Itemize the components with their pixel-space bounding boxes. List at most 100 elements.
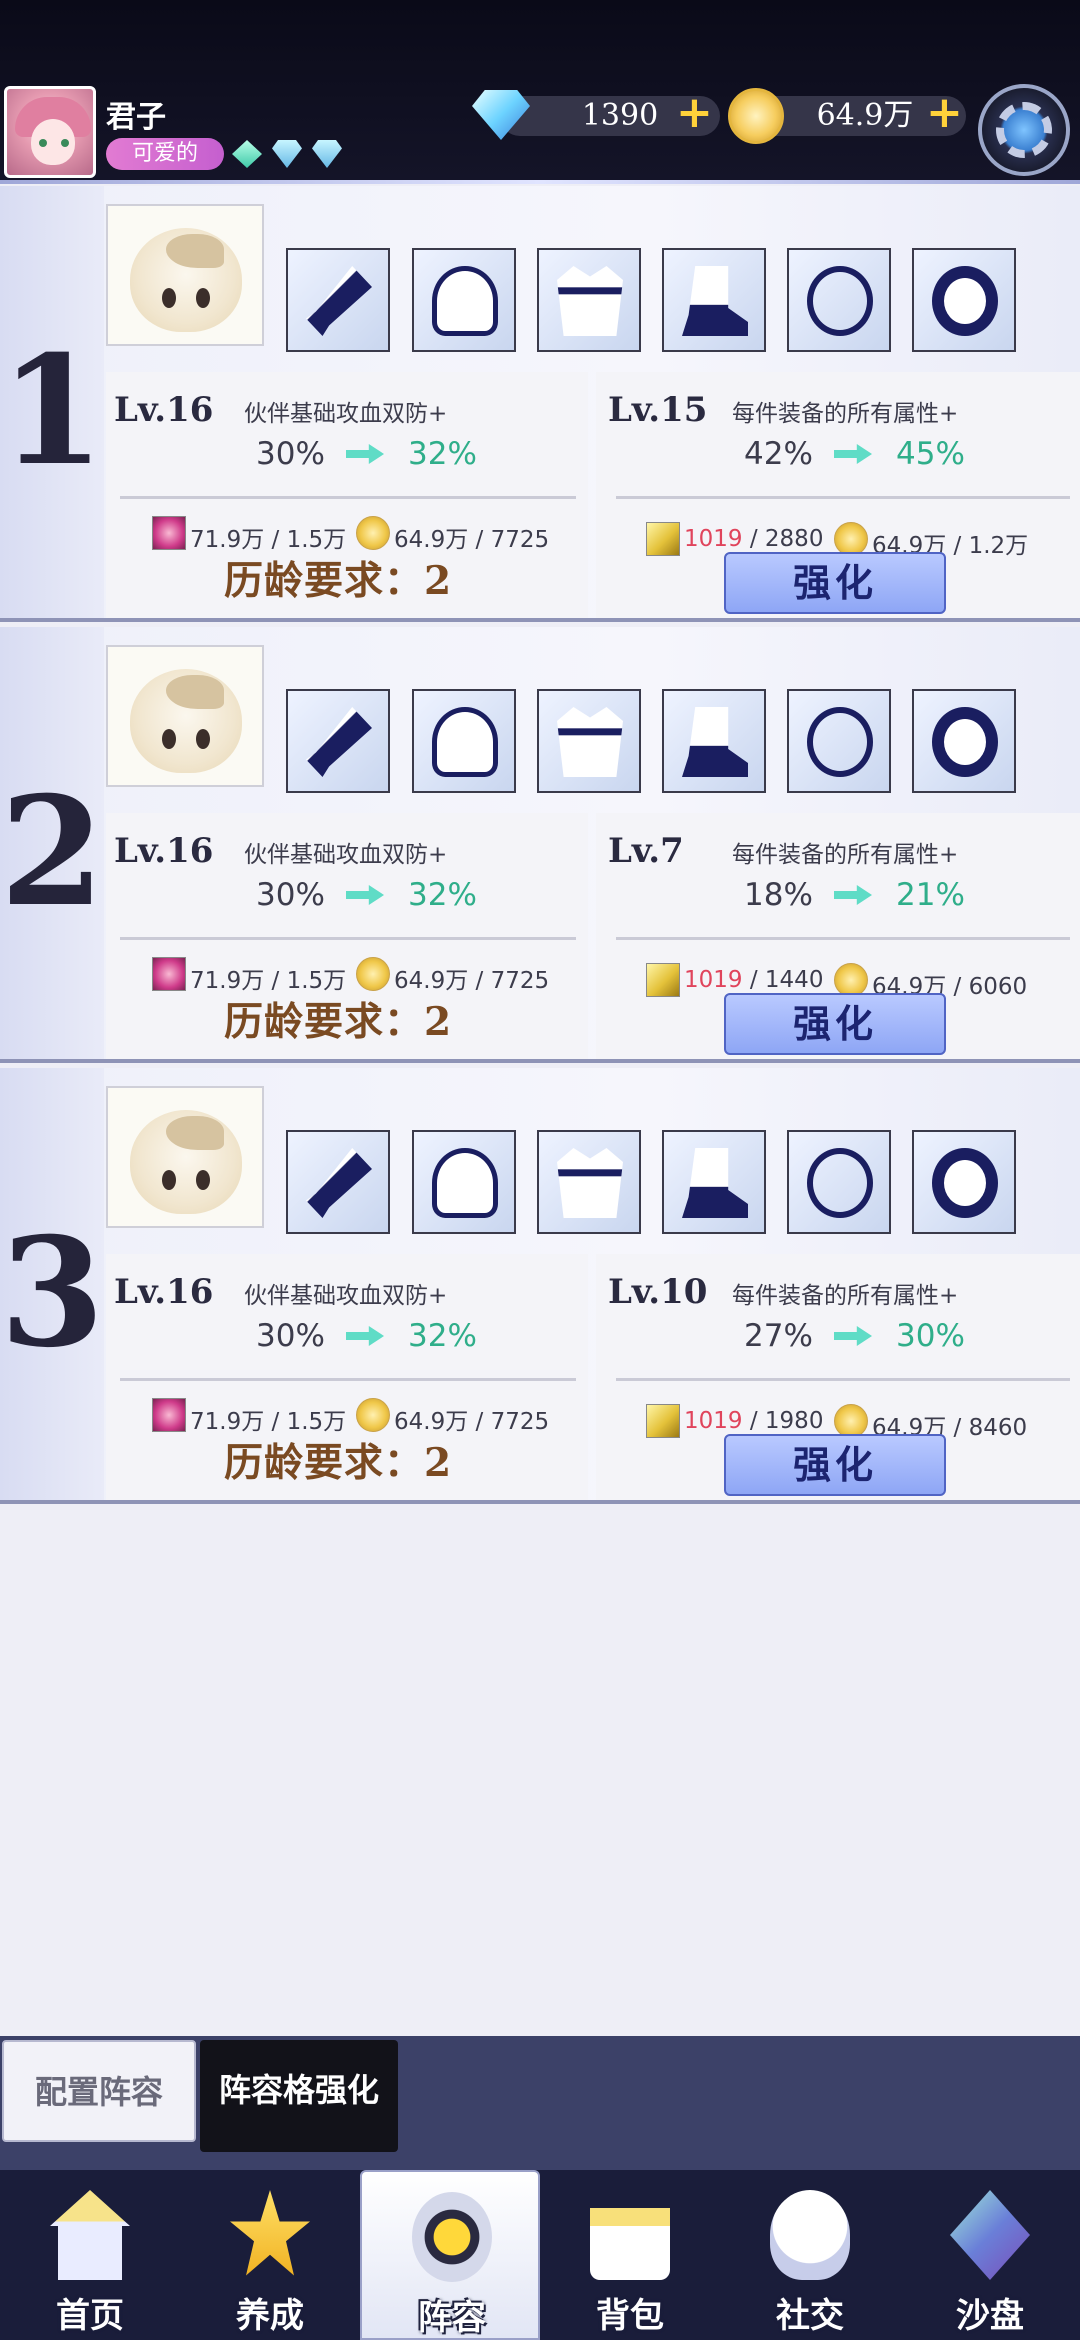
coin-icon [356,516,390,550]
enhance-button[interactable]: 强化 [724,1434,946,1496]
boot-icon [682,1148,748,1218]
partner-next-pct: 32% [408,1318,477,1354]
equipment-current-pct: 18% [744,877,813,913]
equipment-slot[interactable] [286,1130,390,1234]
partner-stat-panel: Lv.16 伙伴基础攻血双防+ 30% 32% 71.9万 / 1.5万 64.… [106,372,588,618]
enhance-button[interactable]: 强化 [724,552,946,614]
arrow-right-icon [346,444,384,464]
equipment-slot[interactable] [662,1130,766,1234]
avatar[interactable] [4,86,96,178]
equipment-slot[interactable] [787,1130,891,1234]
tab-configure-formation[interactable]: 配置阵容 [2,2040,196,2142]
equipment-cost-stone: 1019 / 2880 [684,526,824,552]
partner-cost-potion: 71.9万 / 1.5万 [190,1409,347,1435]
armor-icon [557,707,623,777]
equipment-slot[interactable] [912,1130,1016,1234]
partner-bonus-desc: 伙伴基础攻血双防+ [244,401,448,427]
tab-formation-enhance[interactable]: 阵容格强化 [200,2040,398,2152]
arrow-right-icon [834,885,872,905]
add-coin-button[interactable]: + [926,91,963,135]
boot-icon [682,266,748,336]
equipment-cost-stone: 1019 / 1980 [684,1408,824,1434]
armor-icon [557,1148,623,1218]
arrow-right-icon [346,1326,384,1346]
home-icon [50,2190,130,2280]
potion-icon [152,957,186,991]
potion-icon [152,1398,186,1432]
equipment-slot[interactable] [412,1130,516,1234]
equipment-current-pct: 42% [744,436,813,472]
coin-icon [834,522,868,556]
equipment-slot[interactable] [286,689,390,793]
nav-home[interactable]: 首页 [0,2170,180,2340]
partner-bonus-desc: 伙伴基础攻血双防+ [244,842,448,868]
nav-sandbox[interactable]: 沙盘 [900,2170,1080,2340]
partner-portrait [130,1110,242,1214]
equipment-stat-panel: Lv.10 每件装备的所有属性+ 27% 30% 1019 / 1980 64.… [596,1254,1080,1500]
equipment-slot[interactable] [787,689,891,793]
partner-level: Lv.16 [114,1272,214,1312]
bottom-nav: 首页 养成 阵容 背包 社交 沙盘 [0,2170,1080,2340]
nav-social[interactable]: 社交 [720,2170,900,2340]
equipment-stat-panel: Lv.7 每件装备的所有属性+ 18% 21% 1019 / 1440 64.9… [596,813,1080,1059]
partner-bonus-desc: 伙伴基础攻血双防+ [244,1283,448,1309]
formation-icon [412,2192,492,2282]
formation-row: 3 Lv.16 伙伴基础攻血双防+ 30% 32% 71.9万 / 1.5万 6… [0,1068,1080,1504]
equipment-slot[interactable] [912,689,1016,793]
equipment-slot[interactable] [537,1130,641,1234]
partner-cost-coin: 64.9万 / 7725 [394,527,550,553]
rank-gem-icon [312,140,342,168]
nav-develop[interactable]: 养成 [180,2170,360,2340]
equipment-current-pct: 27% [744,1318,813,1354]
equipment-bonus-desc: 每件装备的所有属性+ [732,842,959,868]
equipment-slot[interactable] [537,248,641,352]
partner-slot[interactable] [106,645,264,787]
equipment-slot[interactable] [912,248,1016,352]
enhance-stone-icon [646,1404,680,1438]
social-icon [770,2190,850,2280]
sandbox-icon [950,2190,1030,2280]
nav-bag-label: 背包 [596,2296,664,2336]
nav-home-label: 首页 [56,2296,124,2336]
formation-row: 1 Lv.16 伙伴基础攻血双防+ 30% 32% 71.9万 / 1.5万 6… [0,186,1080,622]
equipment-slot[interactable] [537,689,641,793]
partner-slot[interactable] [106,204,264,346]
equipment-slot[interactable] [662,689,766,793]
enhance-stone-icon [646,963,680,997]
necklace-icon [807,266,873,336]
equipment-next-pct: 21% [896,877,965,913]
partner-level: Lv.16 [114,831,214,871]
age-requirement: 历龄要求：2 [224,558,453,604]
equipment-level: Lv.10 [608,1272,708,1312]
sword-icon [306,266,372,336]
sword-icon [306,707,372,777]
equipment-slot[interactable] [787,248,891,352]
divider [616,1378,1070,1381]
helmet-icon [432,266,498,336]
equipment-slot[interactable] [662,248,766,352]
equipment-next-pct: 30% [896,1318,965,1354]
divider [616,937,1070,940]
nav-bag[interactable]: 背包 [540,2170,720,2340]
equipment-slot[interactable] [412,689,516,793]
gear-icon [996,102,1052,158]
nav-develop-label: 养成 [236,2296,304,2336]
settings-button[interactable] [978,84,1070,176]
partner-next-pct: 32% [408,877,477,913]
ring-icon [932,266,998,336]
partner-cost-potion: 71.9万 / 1.5万 [190,968,347,994]
nav-formation[interactable]: 阵容 [360,2170,540,2340]
equipment-slot[interactable] [412,248,516,352]
partner-current-pct: 30% [256,436,325,472]
partner-slot[interactable] [106,1086,264,1228]
partner-portrait [130,669,242,773]
header-divider [0,180,1080,184]
add-diamond-button[interactable]: + [676,91,713,135]
arrow-right-icon [346,885,384,905]
arrow-right-icon [834,444,872,464]
equipment-cost-stone: 1019 / 1440 [684,967,824,993]
coin-icon [834,963,868,997]
equipment-bonus-desc: 每件装备的所有属性+ [732,401,959,427]
enhance-button[interactable]: 强化 [724,993,946,1055]
equipment-slot[interactable] [286,248,390,352]
